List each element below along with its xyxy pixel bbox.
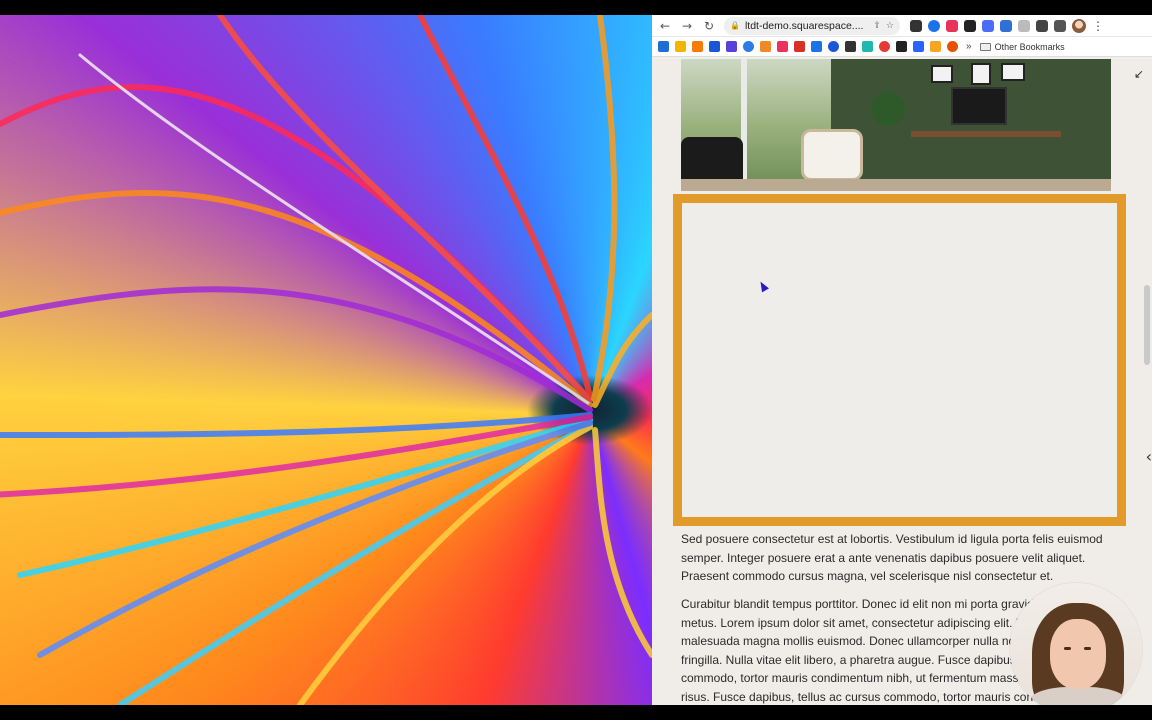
url-text[interactable]: ltdt-demo.squarespace.... [745,20,868,32]
apple-icon[interactable] [947,41,958,52]
layers-icon[interactable] [913,41,924,52]
trello-icon[interactable] [658,41,669,52]
sidebar-icon[interactable] [1054,19,1066,32]
m-icon[interactable] [896,41,907,52]
bottom-bar [0,705,1152,720]
c-icon[interactable] [777,41,788,52]
bookmarks-bar: » Other Bookmarks [652,37,1152,57]
webcam-eye [1084,647,1091,650]
photo-chair [801,129,863,181]
webcam-face [1050,619,1106,689]
w-icon[interactable] [964,19,976,32]
share-icon[interactable]: ⇪ [873,21,881,31]
grid-icon[interactable] [910,19,922,32]
scrollbar-thumb[interactable] [1144,285,1150,365]
extensions-row: ⋮ [910,18,1104,33]
z-icon[interactable] [811,41,822,52]
circle-icon[interactable] [928,19,940,32]
c-icon[interactable] [946,19,958,32]
chart-icon[interactable] [930,41,941,52]
forward-icon[interactable]: → [680,19,694,33]
back-icon[interactable]: ← [658,19,672,33]
webcam-overlay [1010,583,1142,715]
photo-wall-art [971,63,991,85]
reload-icon[interactable]: ↻ [702,19,716,33]
flame-icon[interactable] [760,41,771,52]
refresh-icon[interactable] [879,41,890,52]
other-bookmarks[interactable]: Other Bookmarks [979,41,1065,52]
kajabi-icon[interactable] [845,41,856,52]
chevron-left-icon[interactable]: ‹ [1146,447,1152,466]
profile-avatar[interactable] [1072,18,1086,33]
puzzle-icon[interactable] [1036,19,1048,32]
screen: ← → ↻ 🔒 ltdt-demo.squarespace.... ⇪ ☆ ⋮ … [0,0,1152,720]
menu-icon[interactable]: ⋮ [1092,19,1104,33]
circle-icon[interactable] [828,41,839,52]
photo-wall-art [1001,63,1025,81]
office-photo [681,59,1111,191]
gmail-icon[interactable] [794,41,805,52]
drive-icon[interactable] [675,41,686,52]
globe-icon[interactable] [743,41,754,52]
paragraph-1: Sed posuere consectetur est at lobortis.… [681,532,1103,583]
photo-floor [681,179,1111,191]
folder-icon [979,42,991,51]
swirl-art [0,15,652,705]
webcam-eye [1064,647,1071,650]
other-bookmarks-label: Other Bookmarks [994,41,1065,52]
photo-plant [866,79,910,139]
desktop-wallpaper [0,15,652,705]
star-icon[interactable]: ☆ [886,21,894,31]
bookmarks-overflow[interactable]: » [966,41,972,52]
s-icon[interactable] [726,41,737,52]
video-frame-block[interactable] [673,194,1126,526]
chat-icon[interactable] [982,19,994,32]
photo-monitor [951,87,1007,125]
top-bar [0,0,1152,15]
photo-desk [911,131,1061,137]
lock-icon: 🔒 [730,21,740,30]
address-bar[interactable]: 🔒 ltdt-demo.squarespace.... ⇪ ☆ [724,16,900,35]
doc-icon[interactable] [1018,19,1030,32]
x-icon[interactable] [692,41,703,52]
n-icon[interactable] [709,41,720,52]
photo-wall-art [931,65,953,83]
tab-icon[interactable] [1000,19,1012,32]
collapse-icon[interactable]: ↙ [1134,67,1144,81]
browser-toolbar: ← → ↻ 🔒 ltdt-demo.squarespace.... ⇪ ☆ ⋮ [652,15,1152,37]
stack-icon[interactable] [862,41,873,52]
